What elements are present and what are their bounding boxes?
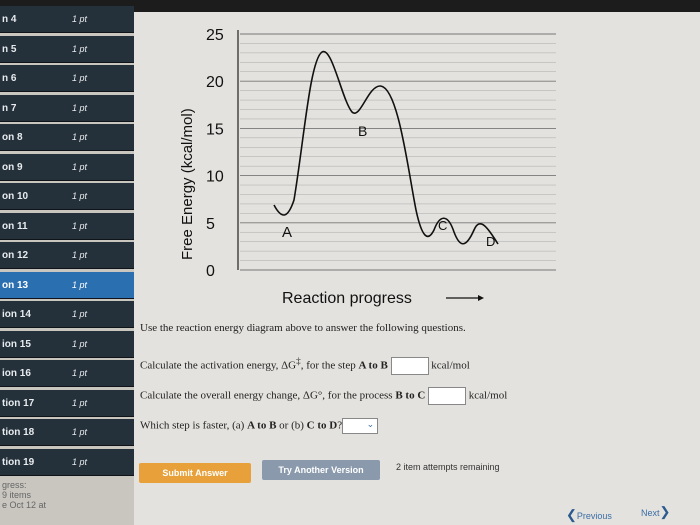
y-tick-label: 25	[206, 27, 224, 44]
points-label: 1 pt	[72, 73, 88, 83]
point-label-c: C	[438, 218, 447, 233]
points-label: 1 pt	[72, 397, 88, 408]
question-label: n 6	[2, 73, 17, 84]
points-label: 1 pt	[72, 368, 88, 378]
activation-energy-input[interactable]	[390, 357, 429, 376]
point-label-a: A	[282, 224, 292, 241]
arrow-head-icon	[478, 295, 484, 301]
q1-step: A to B	[358, 359, 388, 372]
question-label: on 9	[2, 161, 23, 173]
sidebar-footer-text: 9 items	[2, 490, 32, 500]
sidebar-item-question[interactable]: on 10 1 pt	[0, 183, 134, 210]
question-2: Calculate the overall energy change, ΔG°…	[140, 387, 507, 405]
question-label: tion 19	[2, 456, 35, 468]
point-label-b: B	[358, 123, 367, 139]
question-label: ion 15	[2, 338, 31, 350]
try-another-version-button[interactable]: Try Another Version	[262, 460, 380, 480]
points-label: 1 pt	[72, 309, 88, 319]
sidebar-footer-text: e Oct 12 at	[2, 500, 47, 510]
question-label: ion 14	[2, 309, 31, 320]
sidebar-item-question[interactable]: n 6 1 pt	[0, 65, 134, 92]
sidebar-footer-text: gress:	[2, 480, 27, 490]
y-axis-label: Free Energy (kcal/mol)	[179, 108, 196, 260]
point-label-d: D	[486, 234, 495, 249]
y-tick-label: 20	[206, 74, 224, 91]
q3-or: or (b)	[276, 419, 307, 432]
question-label: ion 16	[2, 368, 31, 379]
points-label: 1 pt	[72, 191, 88, 201]
next-button[interactable]: Next❯	[641, 504, 670, 520]
energy-curve	[273, 51, 499, 245]
q1-mid: , for the step	[300, 359, 359, 372]
sidebar-item-question[interactable]: tion 17 1 pt	[0, 389, 134, 417]
sidebar-item-question[interactable]: on 12 1 pt	[0, 242, 134, 269]
question-1: Calculate the activation energy, ΔG‡, fo…	[140, 356, 470, 376]
question-label: on 13	[2, 279, 29, 291]
sidebar-item-question[interactable]: tion 18 1 pt	[0, 419, 134, 446]
points-label: 1 pt	[72, 456, 88, 467]
previous-label: Previous	[576, 511, 612, 521]
question-label: on 8	[2, 132, 23, 143]
x-axis-label: Reaction progress	[282, 290, 412, 307]
previous-button[interactable]: ❮Previous	[566, 507, 612, 523]
sidebar-item-question[interactable]: ion 14 1 pt	[0, 301, 134, 328]
instructions: Use the reaction energy diagram above to…	[140, 322, 466, 334]
sidebar-item-question[interactable]: n 5 1 pt	[0, 35, 134, 63]
question-label: n 4	[2, 14, 17, 25]
question-sidebar: n 41 pt n 51 pt n 61 pt n 71 pt on 81 pt on 9…	[0, 6, 134, 525]
q3-option-a: A to B	[247, 419, 277, 432]
y-tick-label: 10	[206, 169, 224, 186]
q2-unit: kcal/mol	[468, 389, 508, 402]
chevron-down-icon: ⌄	[366, 419, 375, 429]
points-label: 1 pt	[72, 102, 88, 113]
question-label: tion 17	[2, 397, 35, 409]
question-3: Which step is faster, (a) A to B or (b) …	[140, 418, 379, 434]
question-label: n 5	[2, 43, 17, 55]
faster-step-select[interactable]: ⌄	[342, 418, 379, 434]
question-label: n 7	[2, 102, 17, 114]
sidebar-item-question[interactable]: on 13 1 pt	[0, 271, 134, 299]
attempts-remaining: 2 item attempts remaining	[396, 462, 500, 472]
submit-answer-button[interactable]: Submit Answer	[139, 463, 251, 483]
points-label: 1 pt	[72, 279, 88, 290]
sidebar-item-question[interactable]: tion 19 1 pt	[0, 448, 134, 476]
q2-text: Calculate the overall energy change, ΔG°…	[140, 389, 396, 402]
question-label: on 12	[2, 250, 29, 261]
sidebar-item-question[interactable]: on 9 1 pt	[0, 153, 134, 181]
energy-diagram: 2520151050 Free Energy (kcal/mol) A B C …	[179, 27, 556, 307]
sidebar-item-question[interactable]: n 4 1 pt	[0, 6, 134, 33]
y-ticks: 25 20 15 10 5 0	[206, 27, 224, 280]
points-label: 1 pt	[72, 250, 88, 260]
sidebar-item-question[interactable]: n 7 1 pt	[0, 94, 134, 122]
y-tick-label: 15	[206, 121, 224, 138]
next-label: Next	[641, 508, 660, 518]
sidebar-item-question[interactable]: on 11 1 pt	[0, 212, 134, 240]
q3-text: Which step is faster, (a)	[140, 419, 248, 432]
sidebar-item-question[interactable]: ion 15 1 pt	[0, 330, 134, 358]
energy-change-input[interactable]	[428, 387, 467, 405]
points-label: 1 pt	[72, 43, 88, 54]
q1-text: Calculate the activation energy, ΔG	[140, 359, 297, 372]
q3-option-b: C to D	[306, 419, 338, 432]
points-label: 1 pt	[72, 338, 88, 349]
points-label: 1 pt	[72, 132, 88, 142]
points-label: 1 pt	[72, 161, 88, 172]
chevron-right-icon: ❯	[659, 504, 671, 519]
points-label: 1 pt	[72, 220, 88, 231]
q1-unit: kcal/mol	[431, 359, 470, 372]
sidebar-item-question[interactable]: ion 16 1 pt	[0, 360, 134, 387]
points-label: 1 pt	[72, 14, 88, 24]
y-tick-label: 5	[206, 216, 215, 233]
question-label: tion 18	[2, 427, 35, 438]
chevron-left-icon: ❮	[566, 507, 577, 522]
sidebar-item-question[interactable]: on 8 1 pt	[0, 124, 134, 151]
q2-step: B to C	[395, 389, 426, 402]
question-label: on 10	[2, 191, 29, 202]
y-tick-label: 0	[206, 263, 215, 280]
question-label: on 11	[2, 220, 28, 232]
points-label: 1 pt	[72, 427, 88, 437]
